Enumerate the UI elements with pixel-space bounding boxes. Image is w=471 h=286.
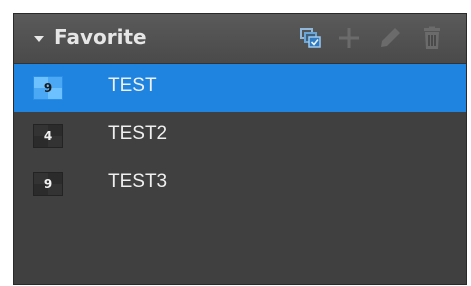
preset-badge: 4 xyxy=(33,124,63,148)
delete-icon[interactable] xyxy=(420,26,444,50)
preset-badge: 9 xyxy=(33,172,63,196)
favorite-item-test2[interactable]: 4 TEST2 xyxy=(14,112,466,160)
collapse-caret-icon[interactable] xyxy=(34,36,44,42)
favorite-item-label: TEST3 xyxy=(108,171,168,192)
panel-header: Favorite xyxy=(14,14,466,64)
favorite-panel: Favorite 9 TEST 4 TEST2 9 TEST3 xyxy=(13,13,467,285)
copy-to-all-icon[interactable] xyxy=(298,26,322,50)
badge-number: 4 xyxy=(43,129,53,143)
favorite-item-label: TEST2 xyxy=(108,123,168,144)
badge-number: 9 xyxy=(43,81,53,95)
favorite-item-label: TEST xyxy=(108,75,157,96)
edit-icon[interactable] xyxy=(378,26,402,50)
preset-badge: 9 xyxy=(33,76,63,100)
badge-number: 9 xyxy=(43,177,53,191)
add-icon[interactable] xyxy=(337,26,361,50)
favorite-item-test[interactable]: 9 TEST xyxy=(14,64,466,112)
panel-title: Favorite xyxy=(54,25,147,49)
favorite-item-test3[interactable]: 9 TEST3 xyxy=(14,160,466,208)
